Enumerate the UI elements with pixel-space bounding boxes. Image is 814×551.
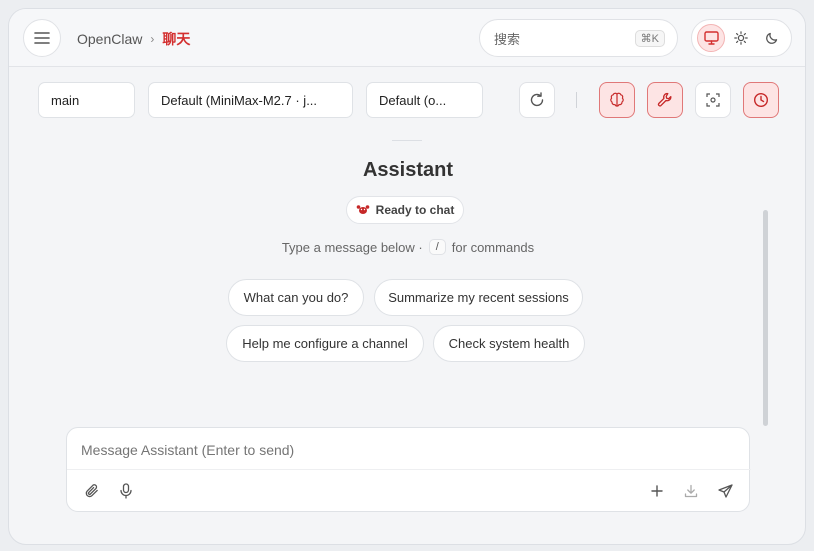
focus-icon	[706, 93, 720, 107]
new-session-button[interactable]	[646, 480, 668, 502]
command-hint: Type a message below · / for commands	[9, 239, 805, 255]
toolbar-divider	[576, 92, 577, 108]
history-toggle-button[interactable]	[743, 82, 779, 118]
tools-toggle-button[interactable]	[647, 82, 683, 118]
monitor-icon	[703, 31, 719, 45]
status-badge: Ready to chat	[346, 196, 464, 224]
suggestion-chip[interactable]: Summarize my recent sessions	[374, 279, 583, 316]
suggestion-chip[interactable]: Help me configure a channel	[226, 325, 424, 362]
mic-icon	[119, 483, 133, 499]
lobster-icon	[356, 204, 370, 216]
export-button[interactable]	[680, 480, 702, 502]
scrollbar[interactable]	[763, 210, 768, 426]
refresh-button[interactable]	[519, 82, 555, 118]
theme-dark-button[interactable]	[758, 24, 786, 52]
breadcrumb-root[interactable]: OpenClaw	[77, 31, 142, 47]
assistant-title: Assistant	[362, 159, 454, 181]
wrench-icon	[657, 92, 673, 108]
thinking-toggle-button[interactable]	[599, 82, 635, 118]
thinking-select[interactable]: Default (o...	[366, 82, 483, 118]
menu-icon	[34, 31, 50, 45]
app-window: OpenClaw › 聊天 搜索 ⌘K main Default (MiniMa…	[8, 8, 806, 545]
theme-light-button[interactable]	[727, 24, 755, 52]
sun-icon	[734, 31, 749, 45]
suggestion-chip[interactable]: Check system health	[433, 325, 585, 362]
search-placeholder: 搜索	[494, 31, 521, 47]
search-box[interactable]: 搜索 ⌘K	[479, 19, 678, 57]
focus-mode-button[interactable]	[695, 82, 731, 118]
breadcrumb-current: 聊天	[162, 31, 191, 47]
attach-button[interactable]	[81, 480, 103, 502]
clock-icon	[753, 92, 769, 108]
session-select[interactable]: main	[38, 82, 135, 118]
menu-button[interactable]	[23, 19, 61, 57]
suggestion-chip[interactable]: What can you do?	[228, 279, 364, 316]
drag-handle	[392, 140, 422, 141]
download-icon	[684, 484, 698, 498]
message-input[interactable]	[81, 442, 721, 458]
moon-icon	[765, 31, 779, 45]
paperclip-icon	[84, 483, 100, 499]
theme-system-button[interactable]	[697, 24, 726, 52]
search-shortcut: ⌘K	[634, 29, 665, 47]
hint-slash-key: /	[428, 239, 446, 255]
voice-button[interactable]	[115, 480, 137, 502]
brain-icon	[608, 91, 626, 109]
message-composer	[66, 427, 751, 512]
chat-controls: main Default (MiniMax-M2.7 · j... Defaul…	[9, 67, 805, 137]
breadcrumb-separator: ›	[150, 32, 155, 46]
refresh-icon	[529, 92, 545, 108]
plus-icon	[651, 485, 663, 497]
breadcrumb: OpenClaw › 聊天	[77, 29, 190, 49]
hint-after: for commands	[451, 239, 535, 255]
model-select[interactable]: Default (MiniMax-M2.7 · j...	[148, 82, 353, 118]
send-icon	[717, 483, 733, 499]
theme-switcher	[691, 19, 792, 57]
composer-divider	[67, 469, 751, 470]
status-text: Ready to chat	[375, 203, 455, 217]
top-bar: OpenClaw › 聊天 搜索 ⌘K	[9, 9, 805, 67]
hint-before: Type a message below ·	[281, 239, 423, 255]
send-button[interactable]	[714, 480, 736, 502]
